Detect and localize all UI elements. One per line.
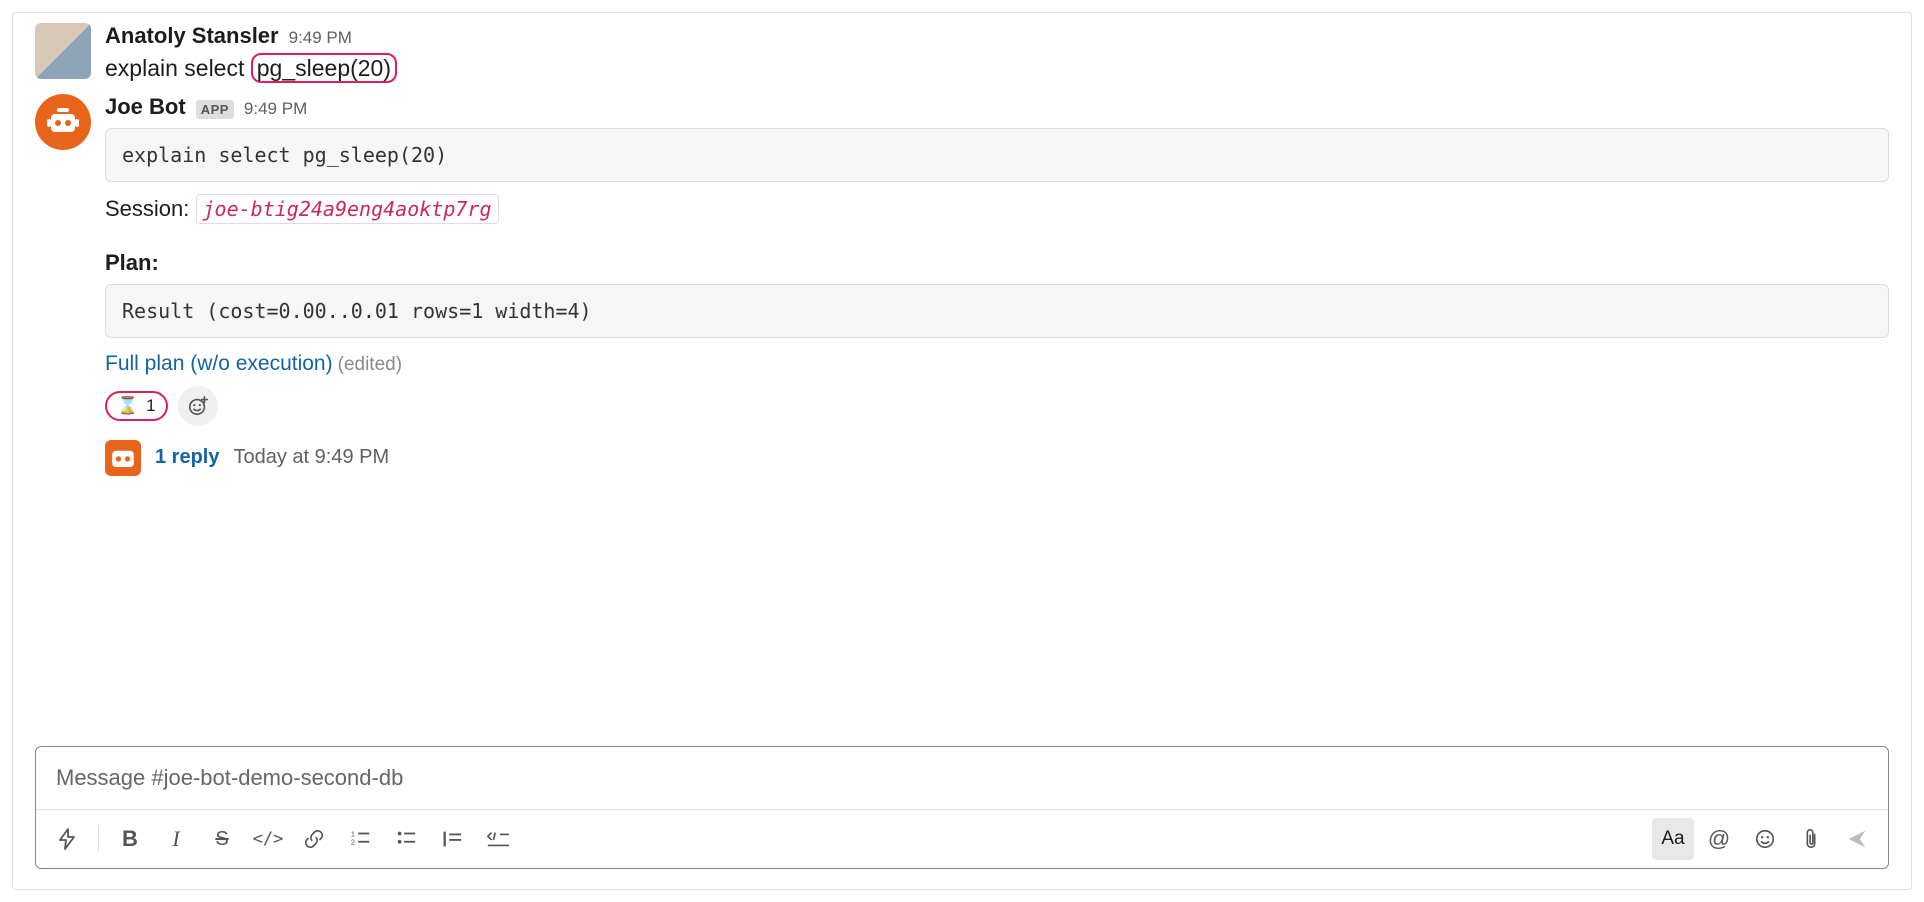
- send-button[interactable]: [1836, 818, 1878, 860]
- plan-heading: Plan:: [105, 250, 1889, 276]
- bold-button[interactable]: B: [109, 818, 151, 860]
- ordered-list-button[interactable]: 12: [339, 818, 381, 860]
- message-bot: Joe Bot APP 9:49 PM explain select pg_sl…: [35, 94, 1889, 506]
- reactions-bar: ⌛ 1: [105, 386, 1889, 426]
- message-input[interactable]: Message #joe-bot-demo-second-db: [36, 747, 1888, 809]
- message-body: Anatoly Stansler 9:49 PM explain select …: [105, 23, 1889, 86]
- lightning-icon: [57, 828, 77, 850]
- bullet-list-button[interactable]: [385, 818, 427, 860]
- avatar-bot[interactable]: [35, 94, 91, 150]
- author-name[interactable]: Anatoly Stansler: [105, 23, 279, 49]
- message-user: Anatoly Stansler 9:49 PM explain select …: [35, 23, 1889, 86]
- message-composer: Message #joe-bot-demo-second-db B I S </…: [35, 746, 1889, 869]
- paperclip-icon: [1801, 828, 1821, 850]
- hourglass-icon: ⌛: [117, 396, 138, 416]
- avatar[interactable]: [35, 23, 91, 79]
- actions-group: Aa @: [1652, 818, 1878, 860]
- message-text: explain select pg_sleep(20): [105, 51, 1889, 86]
- separator: [98, 826, 99, 852]
- edited-label: (edited): [338, 354, 402, 375]
- thread-time: Today at 9:49 PM: [233, 446, 389, 469]
- thread-reply-link[interactable]: 1 reply: [155, 446, 219, 469]
- add-reaction-button[interactable]: [178, 386, 218, 426]
- session-label: Session:: [105, 196, 189, 221]
- add-emoji-icon: [187, 395, 209, 417]
- reaction-hourglass[interactable]: ⌛ 1: [105, 391, 168, 421]
- session-line: Session: joe-btig24a9eng4aoktp7rg: [105, 196, 1889, 222]
- message-header: Anatoly Stansler 9:49 PM: [105, 23, 1889, 49]
- composer-toolbar: B I S </> 12: [36, 809, 1888, 868]
- quote-button[interactable]: [431, 818, 473, 860]
- app-badge: APP: [196, 100, 234, 119]
- full-plan-link[interactable]: Full plan (w/o execution): [105, 352, 333, 375]
- codeblock-icon: [486, 828, 510, 850]
- author-name[interactable]: Joe Bot: [105, 94, 186, 120]
- quote-icon: [441, 828, 463, 850]
- bot-icon: [105, 438, 141, 478]
- highlighted-text: pg_sleep(20): [251, 53, 397, 83]
- send-icon: [1846, 828, 1868, 850]
- mention-button[interactable]: @: [1698, 818, 1740, 860]
- thread-avatar: [105, 440, 141, 476]
- italic-button[interactable]: I: [155, 818, 197, 860]
- session-id: joe-btig24a9eng4aoktp7rg: [196, 194, 499, 224]
- thread-summary[interactable]: 1 reply Today at 9:49 PM: [105, 440, 1889, 476]
- codeblock-button[interactable]: [477, 818, 519, 860]
- code-block-plan: Result (cost=0.00..0.01 rows=1 width=4): [105, 284, 1889, 338]
- link-button[interactable]: [293, 818, 335, 860]
- full-plan-line: Full plan (w/o execution) (edited): [105, 352, 1889, 376]
- messages-list: Anatoly Stansler 9:49 PM explain select …: [35, 23, 1889, 746]
- bullet-list-icon: [395, 828, 417, 850]
- code-button[interactable]: </>: [247, 818, 289, 860]
- timestamp[interactable]: 9:49 PM: [289, 28, 352, 48]
- message-text-prefix: explain select: [105, 55, 244, 81]
- attach-button[interactable]: [1790, 818, 1832, 860]
- code-block-command: explain select pg_sleep(20): [105, 128, 1889, 182]
- emoji-button[interactable]: [1744, 818, 1786, 860]
- chat-container: Anatoly Stansler 9:49 PM explain select …: [12, 12, 1912, 890]
- formatting-toggle[interactable]: Aa: [1652, 818, 1694, 860]
- message-body: Joe Bot APP 9:49 PM explain select pg_sl…: [105, 94, 1889, 506]
- shortcuts-button[interactable]: [46, 818, 88, 860]
- message-header: Joe Bot APP 9:49 PM: [105, 94, 1889, 120]
- format-group: B I S </> 12: [109, 818, 519, 860]
- strike-button[interactable]: S: [201, 818, 243, 860]
- ordered-list-icon: 12: [349, 828, 371, 850]
- timestamp[interactable]: 9:49 PM: [244, 99, 307, 119]
- bot-icon: [43, 102, 83, 142]
- link-icon: [303, 828, 325, 850]
- svg-text:2: 2: [351, 838, 355, 847]
- smile-icon: [1754, 828, 1776, 850]
- reaction-count: 1: [146, 396, 155, 416]
